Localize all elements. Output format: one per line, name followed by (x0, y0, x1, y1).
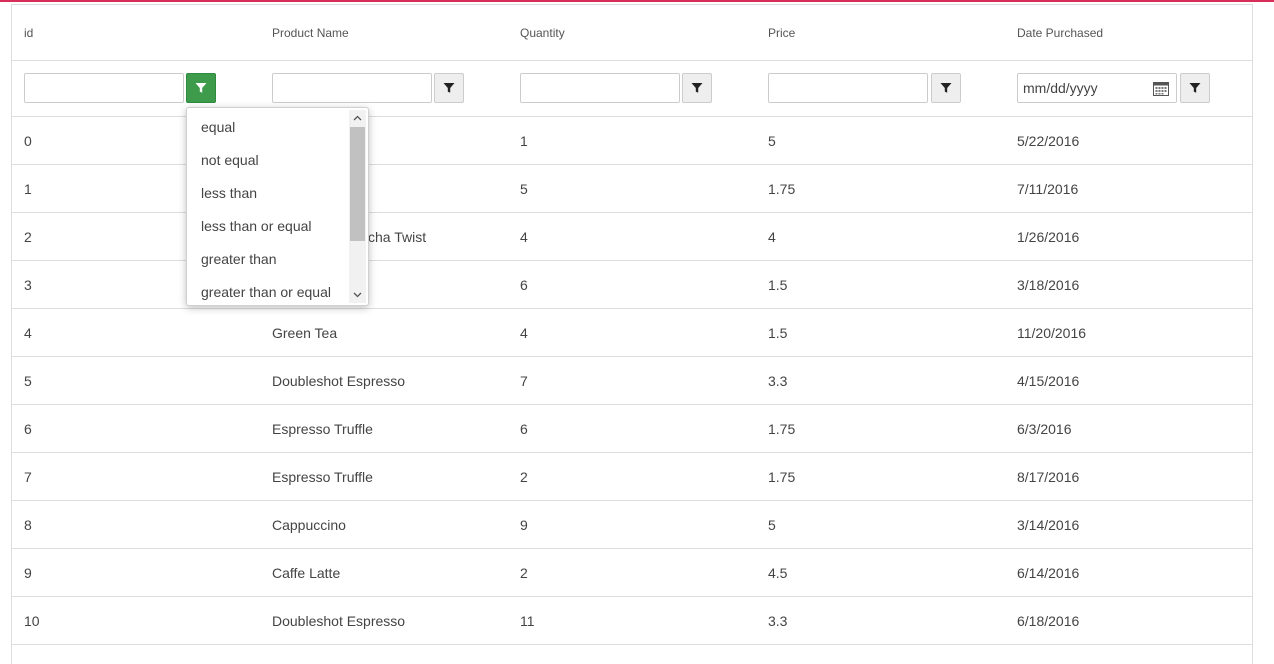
cell-price: 1.5 (768, 276, 788, 293)
cell-id: 9 (24, 564, 32, 581)
cell-id: 8 (24, 516, 32, 533)
cell-id: 10 (24, 612, 40, 629)
filter-icon (195, 83, 207, 93)
cell-quantity: 6 (520, 276, 528, 293)
id-filter-button[interactable] (186, 73, 216, 103)
cell-id: 7 (24, 468, 32, 485)
filter-icon (940, 83, 952, 93)
quantity-filter-button[interactable] (682, 73, 712, 103)
cell-quantity: 4 (520, 228, 528, 245)
cell-id: 1 (24, 180, 32, 197)
cell-date-purchased: 6/14/2016 (1017, 564, 1080, 581)
cell-quantity: 11 (520, 612, 535, 629)
operator-option-greater-than[interactable]: greater than (201, 242, 277, 275)
cell-quantity: 2 (520, 564, 528, 581)
cell-product-name: cha Twist (368, 228, 427, 245)
cell-date-purchased: 4/15/2016 (1017, 372, 1080, 389)
column-header-date-purchased[interactable]: Date Purchased (1017, 5, 1103, 60)
cell-price: 1.75 (768, 468, 796, 485)
cell-quantity: 6 (520, 420, 528, 437)
column-header-id[interactable]: id (24, 5, 33, 60)
price-filter-input[interactable] (768, 73, 928, 103)
header-row: id Product Name Quantity Price Date Purc… (12, 5, 1252, 61)
cell-id: 6 (24, 420, 32, 437)
cell-price: 3.3 (768, 612, 788, 629)
operator-option-greater-than-or-equal[interactable]: greater than or equal (201, 275, 331, 305)
cell-product-name: Caffe Latte (272, 564, 341, 581)
calendar-icon[interactable] (1153, 81, 1169, 96)
product-name-filter-button[interactable] (434, 73, 464, 103)
cell-date-purchased: 6/18/2016 (1017, 612, 1080, 629)
table-row[interactable]: 6 Espresso Truffle 6 1.75 6/3/2016 (12, 405, 1252, 453)
operator-option-less-than[interactable]: less than (201, 176, 257, 209)
quantity-filter-input[interactable] (520, 73, 680, 103)
dropdown-scrollbar[interactable] (349, 110, 366, 303)
cell-date-purchased: 3/18/2016 (1017, 276, 1080, 293)
table-row[interactable]: 7 Espresso Truffle 2 1.75 8/17/2016 (12, 453, 1252, 501)
data-grid: id Product Name Quantity Price Date Purc… (11, 4, 1253, 664)
cell-date-purchased: 8/17/2016 (1017, 468, 1080, 485)
date-purchased-filter-input[interactable]: mm/dd/yyyy (1017, 73, 1177, 103)
cell-price: 5 (768, 516, 776, 533)
cell-quantity: 4 (520, 324, 528, 341)
cell-product-name: Espresso Truffle (272, 420, 373, 437)
cell-date-purchased: 11/20/2016 (1017, 324, 1087, 341)
date-placeholder: mm/dd/yyyy (1023, 80, 1098, 96)
operator-option-less-than-or-equal[interactable]: less than or equal (201, 209, 312, 242)
filter-icon (691, 83, 703, 93)
filter-icon (1189, 83, 1201, 93)
cell-price: 5 (768, 132, 776, 149)
cell-price: 4.5 (768, 564, 788, 581)
price-filter-button[interactable] (931, 73, 961, 103)
cell-quantity: 5 (520, 180, 528, 197)
product-name-filter-input[interactable] (272, 73, 432, 103)
operator-option-equal[interactable]: equal (201, 110, 235, 143)
top-accent-bar (0, 0, 1274, 2)
filter-operator-dropdown: equal not equal less than less than or e… (186, 107, 369, 306)
column-header-price[interactable]: Price (768, 5, 795, 60)
cell-product-name: Green Tea (272, 324, 338, 341)
cell-id: 5 (24, 372, 32, 389)
cell-date-purchased: 6/3/2016 (1017, 420, 1072, 437)
filter-icon (443, 83, 455, 93)
table-row[interactable]: 10 Doubleshot Espresso 11 3.3 6/18/2016 (12, 597, 1252, 645)
cell-product-name: Doubleshot Espresso (272, 612, 406, 629)
date-purchased-filter-button[interactable] (1180, 73, 1210, 103)
id-filter-input[interactable] (24, 73, 184, 103)
table-row[interactable]: 9 Caffe Latte 2 4.5 6/14/2016 (12, 549, 1252, 597)
table-row[interactable]: 8 Cappuccino 9 5 3/14/2016 (12, 501, 1252, 549)
table-row[interactable]: 5 Doubleshot Espresso 7 3.3 4/15/2016 (12, 357, 1252, 405)
cell-quantity: 7 (520, 372, 528, 389)
cell-product-name: Espresso Truffle (272, 468, 373, 485)
operator-option-not-equal[interactable]: not equal (201, 143, 259, 176)
cell-date-purchased: 1/26/2016 (1017, 228, 1080, 245)
cell-product-name: Cappuccino (272, 516, 346, 533)
cell-quantity: 1 (520, 132, 528, 149)
cell-date-purchased: 5/22/2016 (1017, 132, 1080, 149)
scroll-down-icon[interactable] (349, 288, 366, 302)
cell-id: 3 (24, 276, 32, 293)
cell-price: 1.75 (768, 180, 796, 197)
scrollbar-thumb[interactable] (350, 127, 365, 241)
scroll-up-icon[interactable] (349, 111, 366, 125)
table-row[interactable]: 4 Green Tea 4 1.5 11/20/2016 (12, 309, 1252, 357)
column-header-quantity[interactable]: Quantity (520, 5, 565, 60)
cell-price: 1.5 (768, 324, 788, 341)
cell-date-purchased: 3/14/2016 (1017, 516, 1080, 533)
cell-quantity: 9 (520, 516, 528, 533)
cell-price: 1.75 (768, 420, 796, 437)
cell-id: 4 (24, 324, 32, 341)
cell-price: 3.3 (768, 372, 788, 389)
column-header-product-name[interactable]: Product Name (272, 5, 349, 60)
cell-quantity: 2 (520, 468, 528, 485)
cell-date-purchased: 7/11/2016 (1017, 180, 1079, 197)
cell-product-name: Doubleshot Espresso (272, 372, 406, 389)
cell-id: 2 (24, 228, 32, 245)
cell-id: 0 (24, 132, 32, 149)
cell-price: 4 (768, 228, 776, 245)
